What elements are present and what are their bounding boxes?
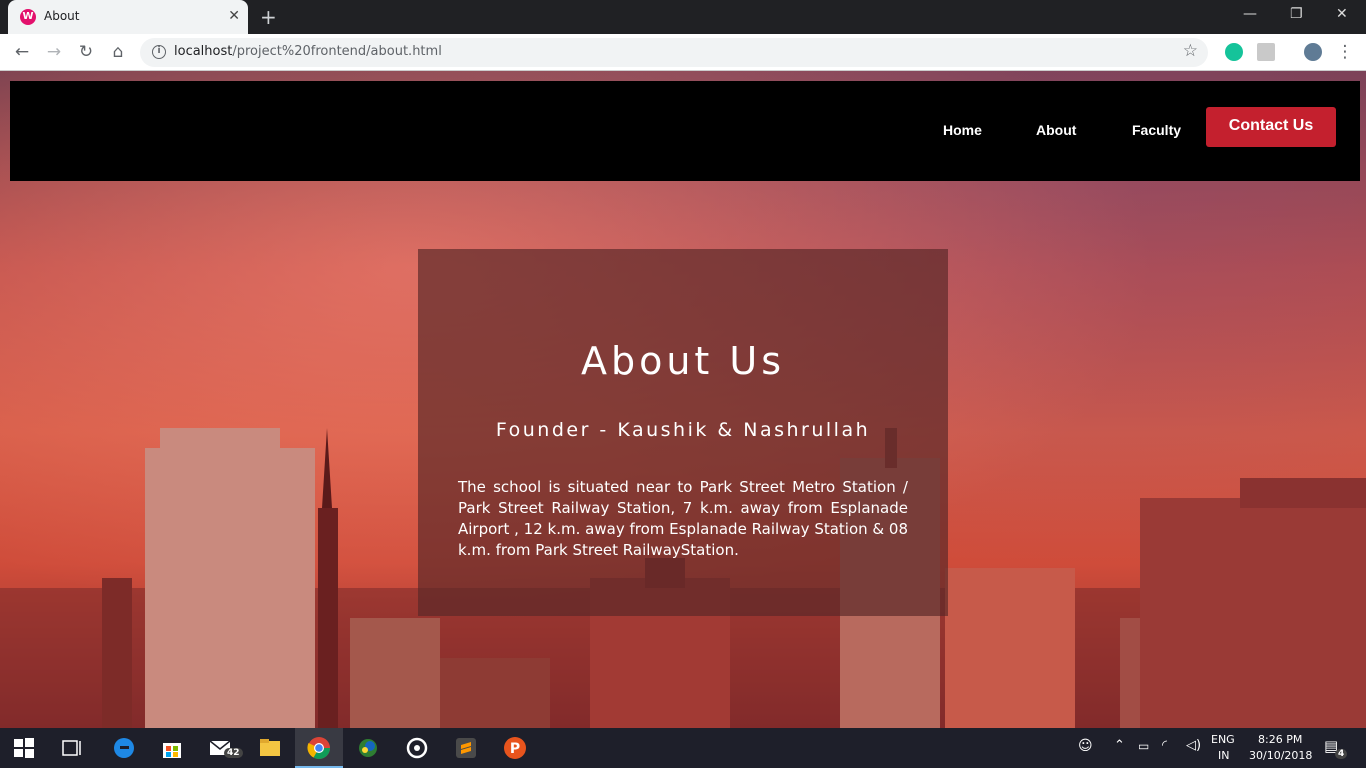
- p-app-icon[interactable]: P: [503, 736, 527, 760]
- file-explorer-icon[interactable]: [258, 736, 282, 760]
- battery-icon[interactable]: ▭: [1138, 739, 1149, 753]
- windows-start-icon[interactable]: [12, 736, 36, 760]
- wifi-icon[interactable]: ◜: [1162, 738, 1167, 753]
- browser-tabstrip: W About ✕ + — ❐ ✕: [0, 0, 1366, 34]
- restore-button[interactable]: ❐: [1290, 6, 1303, 22]
- url-host: localhost: [174, 44, 233, 59]
- browser-toolbar: ← → ↻ ⌂ i localhost/project%20frontend/a…: [0, 34, 1366, 71]
- reload-icon[interactable]: ↻: [74, 40, 98, 64]
- about-founder: Founder - Kaushik & Nashrullah: [495, 419, 871, 441]
- tab-title: About: [44, 9, 80, 23]
- about-description: The school is situated near to Park Stre…: [458, 478, 908, 559]
- grammarly-icon[interactable]: [1225, 43, 1243, 61]
- about-card: About Us Founder - Kaushik & Nashrullah …: [418, 249, 948, 616]
- nav-link-home[interactable]: Home: [943, 122, 982, 138]
- notification-badge: 4: [1335, 749, 1348, 759]
- language-top[interactable]: ENG: [1211, 733, 1235, 746]
- close-window-button[interactable]: ✕: [1336, 6, 1348, 22]
- language-bottom[interactable]: IN: [1218, 749, 1229, 762]
- contact-us-button[interactable]: Contact Us: [1206, 107, 1336, 147]
- back-arrow-icon[interactable]: ←: [10, 40, 34, 64]
- site-navbar: Home About Faculty Contact Us: [10, 81, 1360, 181]
- url-path: /project%20frontend/about.html: [232, 44, 442, 59]
- browser-tab[interactable]: W About ✕: [8, 0, 248, 34]
- clock-date[interactable]: 30/10/2018: [1249, 749, 1312, 762]
- tab-close-icon[interactable]: ✕: [228, 8, 240, 24]
- menu-kebab-icon[interactable]: ⋮: [1333, 40, 1357, 64]
- bookmark-star-icon[interactable]: ☆: [1183, 41, 1198, 61]
- site-favicon-icon: W: [20, 9, 36, 25]
- nav-link-faculty[interactable]: Faculty: [1132, 122, 1181, 138]
- people-icon[interactable]: ☺: [1078, 738, 1093, 754]
- globe-app-icon[interactable]: [356, 736, 380, 760]
- url-text: localhost/project%20frontend/about.html: [174, 44, 442, 59]
- edge-browser-icon[interactable]: [112, 736, 136, 760]
- minimize-button[interactable]: —: [1243, 6, 1257, 22]
- mail-badge: 42: [224, 748, 243, 758]
- home-icon[interactable]: ⌂: [106, 40, 130, 64]
- nav-link-about[interactable]: About: [1036, 122, 1076, 138]
- profile-avatar-icon[interactable]: [1304, 43, 1322, 61]
- new-tab-button[interactable]: +: [260, 5, 277, 29]
- about-title: About Us: [580, 339, 786, 383]
- chrome-icon[interactable]: [307, 736, 331, 760]
- circle-app-icon[interactable]: [405, 736, 429, 760]
- info-icon[interactable]: i: [152, 45, 166, 59]
- volume-icon[interactable]: ◁): [1186, 738, 1201, 753]
- page-viewport: Home About Faculty Contact Us About Us F…: [0, 71, 1366, 728]
- address-bar[interactable]: i localhost/project%20frontend/about.htm…: [140, 38, 1208, 67]
- windows-taskbar: 42 P ☺ ⌃ ▭ ◜ ◁) ENG IN 8:26 PM 30/10/201…: [0, 728, 1366, 768]
- store-icon[interactable]: [160, 736, 184, 760]
- task-view-icon[interactable]: [60, 736, 84, 760]
- forward-arrow-icon[interactable]: →: [42, 40, 66, 64]
- tray-chevron-up-icon[interactable]: ⌃: [1114, 738, 1125, 753]
- sublime-text-icon[interactable]: [454, 736, 478, 760]
- pdf-extension-icon[interactable]: [1257, 43, 1275, 61]
- clock-time[interactable]: 8:26 PM: [1258, 733, 1302, 746]
- svg-text:P: P: [510, 741, 520, 757]
